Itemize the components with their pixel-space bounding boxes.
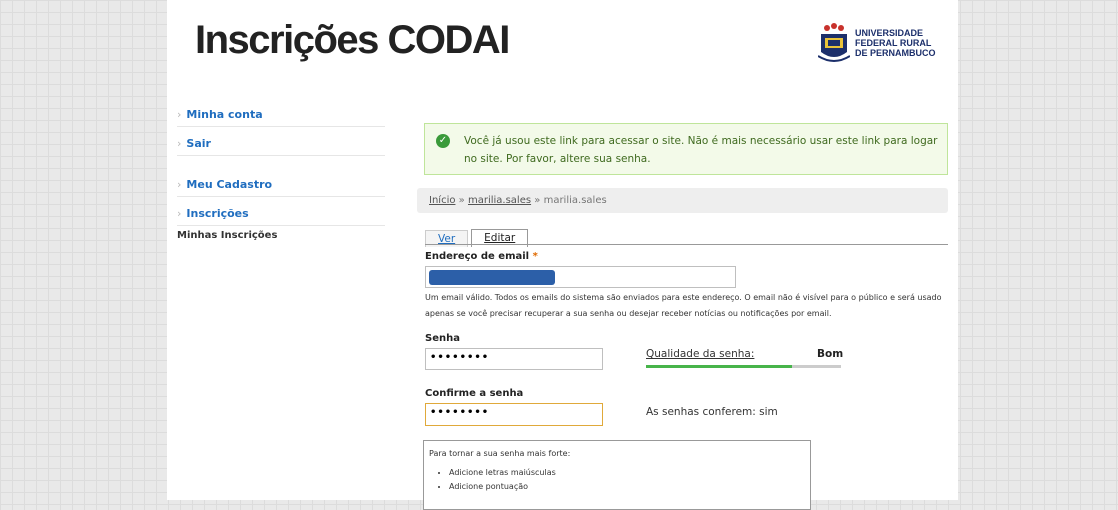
password-tip: Adicione letras maiúsculas (449, 466, 805, 480)
chevron-right-icon: › (177, 207, 182, 220)
password-strength-value: Bom (817, 348, 844, 360)
page-content: Inscrições CODAI UNIVERSIDADE FEDERAL RU… (167, 0, 958, 510)
sidebar-item-minhas-inscricoes[interactable]: Minhas Inscrições (177, 230, 385, 241)
email-description: Um email válido. Todos os emails do sist… (425, 293, 942, 318)
university-logo[interactable]: UNIVERSIDADE FEDERAL RURAL DE PERNAMBUCO (818, 22, 948, 68)
chevron-right-icon: › (177, 108, 182, 121)
password-tip: Adicione pontuação (449, 480, 805, 494)
university-crest-icon (818, 23, 850, 62)
tab-divider (425, 244, 948, 245)
breadcrumb-home-link[interactable]: Início (429, 195, 455, 206)
confirm-password-field[interactable]: •••••••• (425, 403, 603, 426)
tab-bar: Ver Editar (425, 228, 531, 247)
university-name: UNIVERSIDADE FEDERAL RURAL DE PERNAMBUCO (855, 28, 936, 58)
site-title[interactable]: Inscrições CODAI (195, 18, 510, 63)
password-match-status: As senhas conferem: sim (646, 406, 778, 418)
password-tips-title: Para tornar a sua senha mais forte: (429, 449, 571, 458)
sidebar-item-meu-cadastro[interactable]: › Meu Cadastro (177, 174, 385, 197)
password-strength-label: Qualidade da senha: (646, 348, 755, 360)
redacted-email-value (429, 270, 555, 285)
password-field[interactable]: •••••••• (425, 348, 603, 370)
breadcrumb-separator: » (534, 195, 541, 206)
breadcrumb-separator: » (458, 195, 465, 206)
sidebar: › Minha conta › Sair › Meu Cadastro › Inscri… (177, 104, 385, 241)
status-message-text: Você já usou este link para acessar o si… (464, 135, 938, 165)
breadcrumb-current: marilia.sales (543, 195, 607, 206)
password-strength-bar (646, 365, 841, 368)
sidebar-item-minha-conta[interactable]: › Minha conta (177, 104, 385, 127)
breadcrumb: Início » marilia.sales » marilia.sales (417, 188, 948, 213)
breadcrumb-user-link[interactable]: marilia.sales (468, 195, 531, 206)
chevron-right-icon: › (177, 178, 182, 191)
status-message: ✓ Você já usou este link para acessar o … (424, 123, 948, 175)
sidebar-item-sair[interactable]: › Sair (177, 133, 385, 156)
chevron-right-icon: › (177, 137, 182, 150)
password-label: Senha (425, 333, 460, 344)
check-circle-icon: ✓ (436, 134, 450, 148)
email-field[interactable] (425, 266, 736, 288)
sidebar-item-inscricoes[interactable]: › Inscrições (177, 203, 385, 226)
password-strength-fill (646, 365, 793, 368)
confirm-password-label: Confirme a senha (425, 388, 524, 399)
email-label: Endereço de email * (425, 251, 538, 262)
